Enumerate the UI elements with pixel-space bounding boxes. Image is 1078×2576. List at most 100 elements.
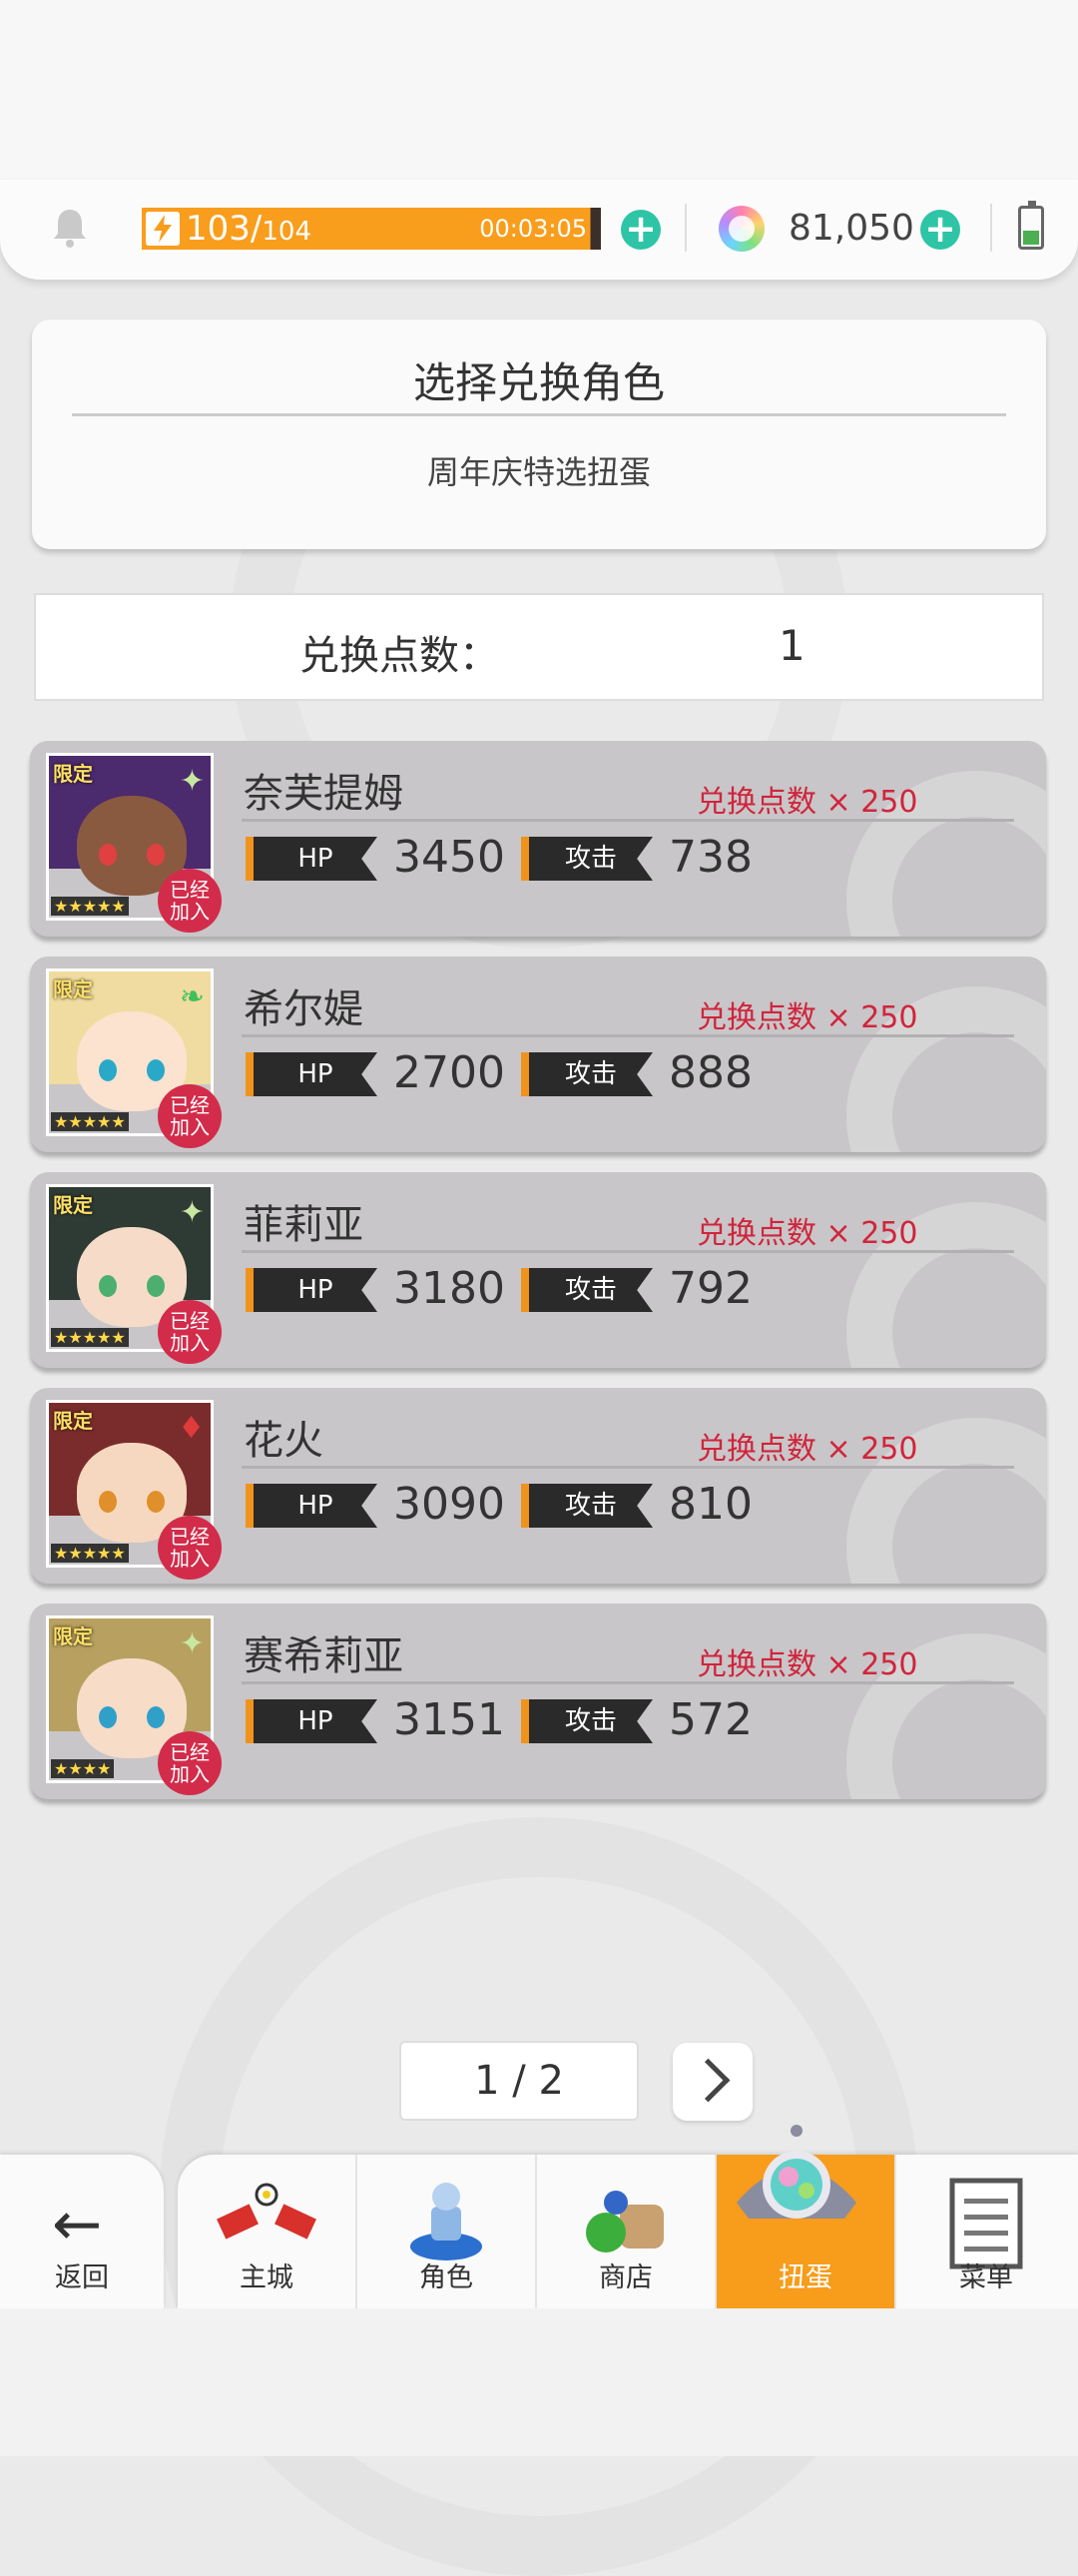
limited-badge: 限定 (53, 762, 93, 786)
exchange-cost: 兑换点数 × 250 (697, 1216, 918, 1251)
divider (242, 1250, 1014, 1253)
divider (72, 413, 1006, 416)
character-card[interactable]: 限定 ❧ ★★★★★ 已经 加入 希尔媞 兑换点数 × 250 HP 2700 攻… (30, 957, 1046, 1152)
hp-value: 3151 (393, 1694, 505, 1745)
nav-item-castle[interactable]: 主城 (178, 2155, 357, 2308)
stamina-bar: 103/104 00:03:05 (142, 208, 601, 250)
exchange-points-bar: 兑换点数： 1 (34, 593, 1044, 701)
rarity-stars: ★★★★★ (51, 1112, 129, 1131)
attack-value: 738 (669, 832, 753, 883)
divider (242, 819, 1014, 822)
character-name: 希尔媞 (244, 986, 363, 1032)
portrait-eye (147, 1706, 165, 1728)
rarity-stars: ★★★★ (51, 1759, 115, 1778)
castle-icon (217, 2183, 316, 2240)
status-area (0, 0, 1078, 180)
arrow-left-icon: ← (52, 2190, 103, 2259)
exchange-cost: 兑换点数 × 250 (697, 1000, 918, 1035)
nav-label: 商店 (599, 2262, 653, 2293)
portrait-eye (99, 1059, 117, 1081)
character-card[interactable]: 限定 ✦ ★★★★ 已经 加入 赛希莉亚 兑换点数 × 250 HP 3151 攻… (30, 1604, 1046, 1799)
character-card[interactable]: 限定 ♦ ★★★★★ 已经 加入 花火 兑换点数 × 250 HP 3090 攻击… (30, 1388, 1046, 1584)
add-stamina-button[interactable]: + (621, 210, 661, 250)
character-name: 菲莉亚 (244, 1202, 363, 1248)
battery-icon (1018, 201, 1044, 250)
portrait-eye (99, 1706, 117, 1728)
divider (242, 1466, 1014, 1469)
attack-tag: 攻击 (521, 837, 653, 881)
portrait-eye (147, 1059, 165, 1081)
joined-badge: 已经 加入 (158, 869, 222, 933)
attack-value: 810 (669, 1479, 753, 1530)
hp-value: 3090 (393, 1479, 505, 1530)
element-icon: ✦ (179, 1195, 205, 1230)
character-name: 花火 (244, 1418, 323, 1464)
divider (990, 204, 992, 252)
bell-icon[interactable] (48, 206, 92, 250)
element-icon: ✦ (179, 1626, 205, 1661)
joined-badge: 已经 加入 (158, 1731, 222, 1795)
portrait-eye (99, 1275, 117, 1297)
stamina-value: 103/104 (186, 209, 311, 249)
back-button[interactable]: ← 返回 (0, 2155, 164, 2308)
character-card[interactable]: 限定 ✦ ★★★★★ 已经 加入 菲莉亚 兑换点数 × 250 HP 3180 攻… (30, 1172, 1046, 1368)
hp-value: 3450 (393, 832, 505, 883)
next-page-button[interactable] (673, 2043, 753, 2121)
portrait-eye (147, 844, 165, 866)
hp-tag: HP (246, 837, 377, 881)
limited-badge: 限定 (53, 1193, 93, 1217)
character-icon (410, 2183, 482, 2260)
exchange-cost: 兑换点数 × 250 (697, 785, 918, 820)
hp-tag: HP (246, 1484, 377, 1528)
nav-item-character[interactable]: 角色 (357, 2155, 537, 2308)
limited-badge: 限定 (53, 1409, 93, 1433)
rarity-stars: ★★★★★ (51, 897, 129, 916)
divider (242, 1034, 1014, 1037)
attack-value: 792 (669, 1263, 753, 1314)
portrait-eye (147, 1491, 165, 1513)
limited-badge: 限定 (53, 1624, 93, 1648)
back-label: 返回 (55, 2262, 109, 2293)
joined-badge: 已经 加入 (158, 1300, 222, 1364)
portrait-eye (99, 1491, 117, 1513)
portrait-eye (147, 1275, 165, 1297)
hp-tag: HP (246, 1052, 377, 1096)
nav-label: 菜单 (959, 2262, 1013, 2293)
resource-bar: 103/104 00:03:05 + 81,050 + (0, 180, 1078, 280)
attack-tag: 攻击 (521, 1052, 653, 1096)
nav-label: 主城 (240, 2262, 293, 2293)
attack-tag: 攻击 (521, 1699, 653, 1743)
attack-value: 572 (669, 1694, 753, 1745)
rarity-stars: ★★★★★ (51, 1544, 129, 1563)
hp-value: 2700 (393, 1047, 505, 1098)
character-card[interactable]: 限定 ✦ ★★★★★ 已经 加入 奈芙提姆 兑换点数 × 250 HP 3450 … (30, 741, 1046, 937)
limited-badge: 限定 (53, 977, 93, 1001)
system-gesture-area (0, 2308, 1078, 2456)
exchange-points-label: 兑换点数： (299, 633, 499, 679)
divider (242, 1681, 1014, 1684)
rainbow-gem-icon (719, 206, 765, 252)
element-icon: ✦ (179, 764, 205, 799)
joined-badge: 已经 加入 (158, 1084, 222, 1148)
element-icon: ♦ (178, 1411, 205, 1446)
rarity-stars: ★★★★★ (51, 1328, 129, 1347)
chevron-right-icon (686, 2058, 731, 2103)
add-gems-button[interactable]: + (920, 210, 960, 250)
exchange-cost: 兑换点数 × 250 (697, 1647, 918, 1682)
attack-tag: 攻击 (521, 1484, 653, 1528)
nav-item-menu[interactable]: 菜单 (896, 2155, 1076, 2308)
hp-tag: HP (246, 1699, 377, 1743)
nav-item-shop[interactable]: 商店 (537, 2155, 717, 2308)
exchange-points-value: 1 (779, 621, 806, 670)
gem-count: 81,050 (789, 208, 914, 249)
stamina-timer: 00:03:05 (479, 215, 587, 243)
divider (685, 204, 687, 252)
element-icon: ❧ (179, 979, 205, 1014)
nav-label: 角色 (419, 2262, 473, 2293)
gacha-icon (737, 2125, 856, 2219)
bottom-nav: 主城 角色 商店 扭蛋 菜单 (178, 2155, 1078, 2308)
page-indicator: 1 / 2 (399, 2041, 639, 2121)
character-name: 奈芙提姆 (244, 771, 403, 817)
shop-icon (586, 2191, 664, 2253)
exchange-cost: 兑换点数 × 250 (697, 1432, 918, 1467)
